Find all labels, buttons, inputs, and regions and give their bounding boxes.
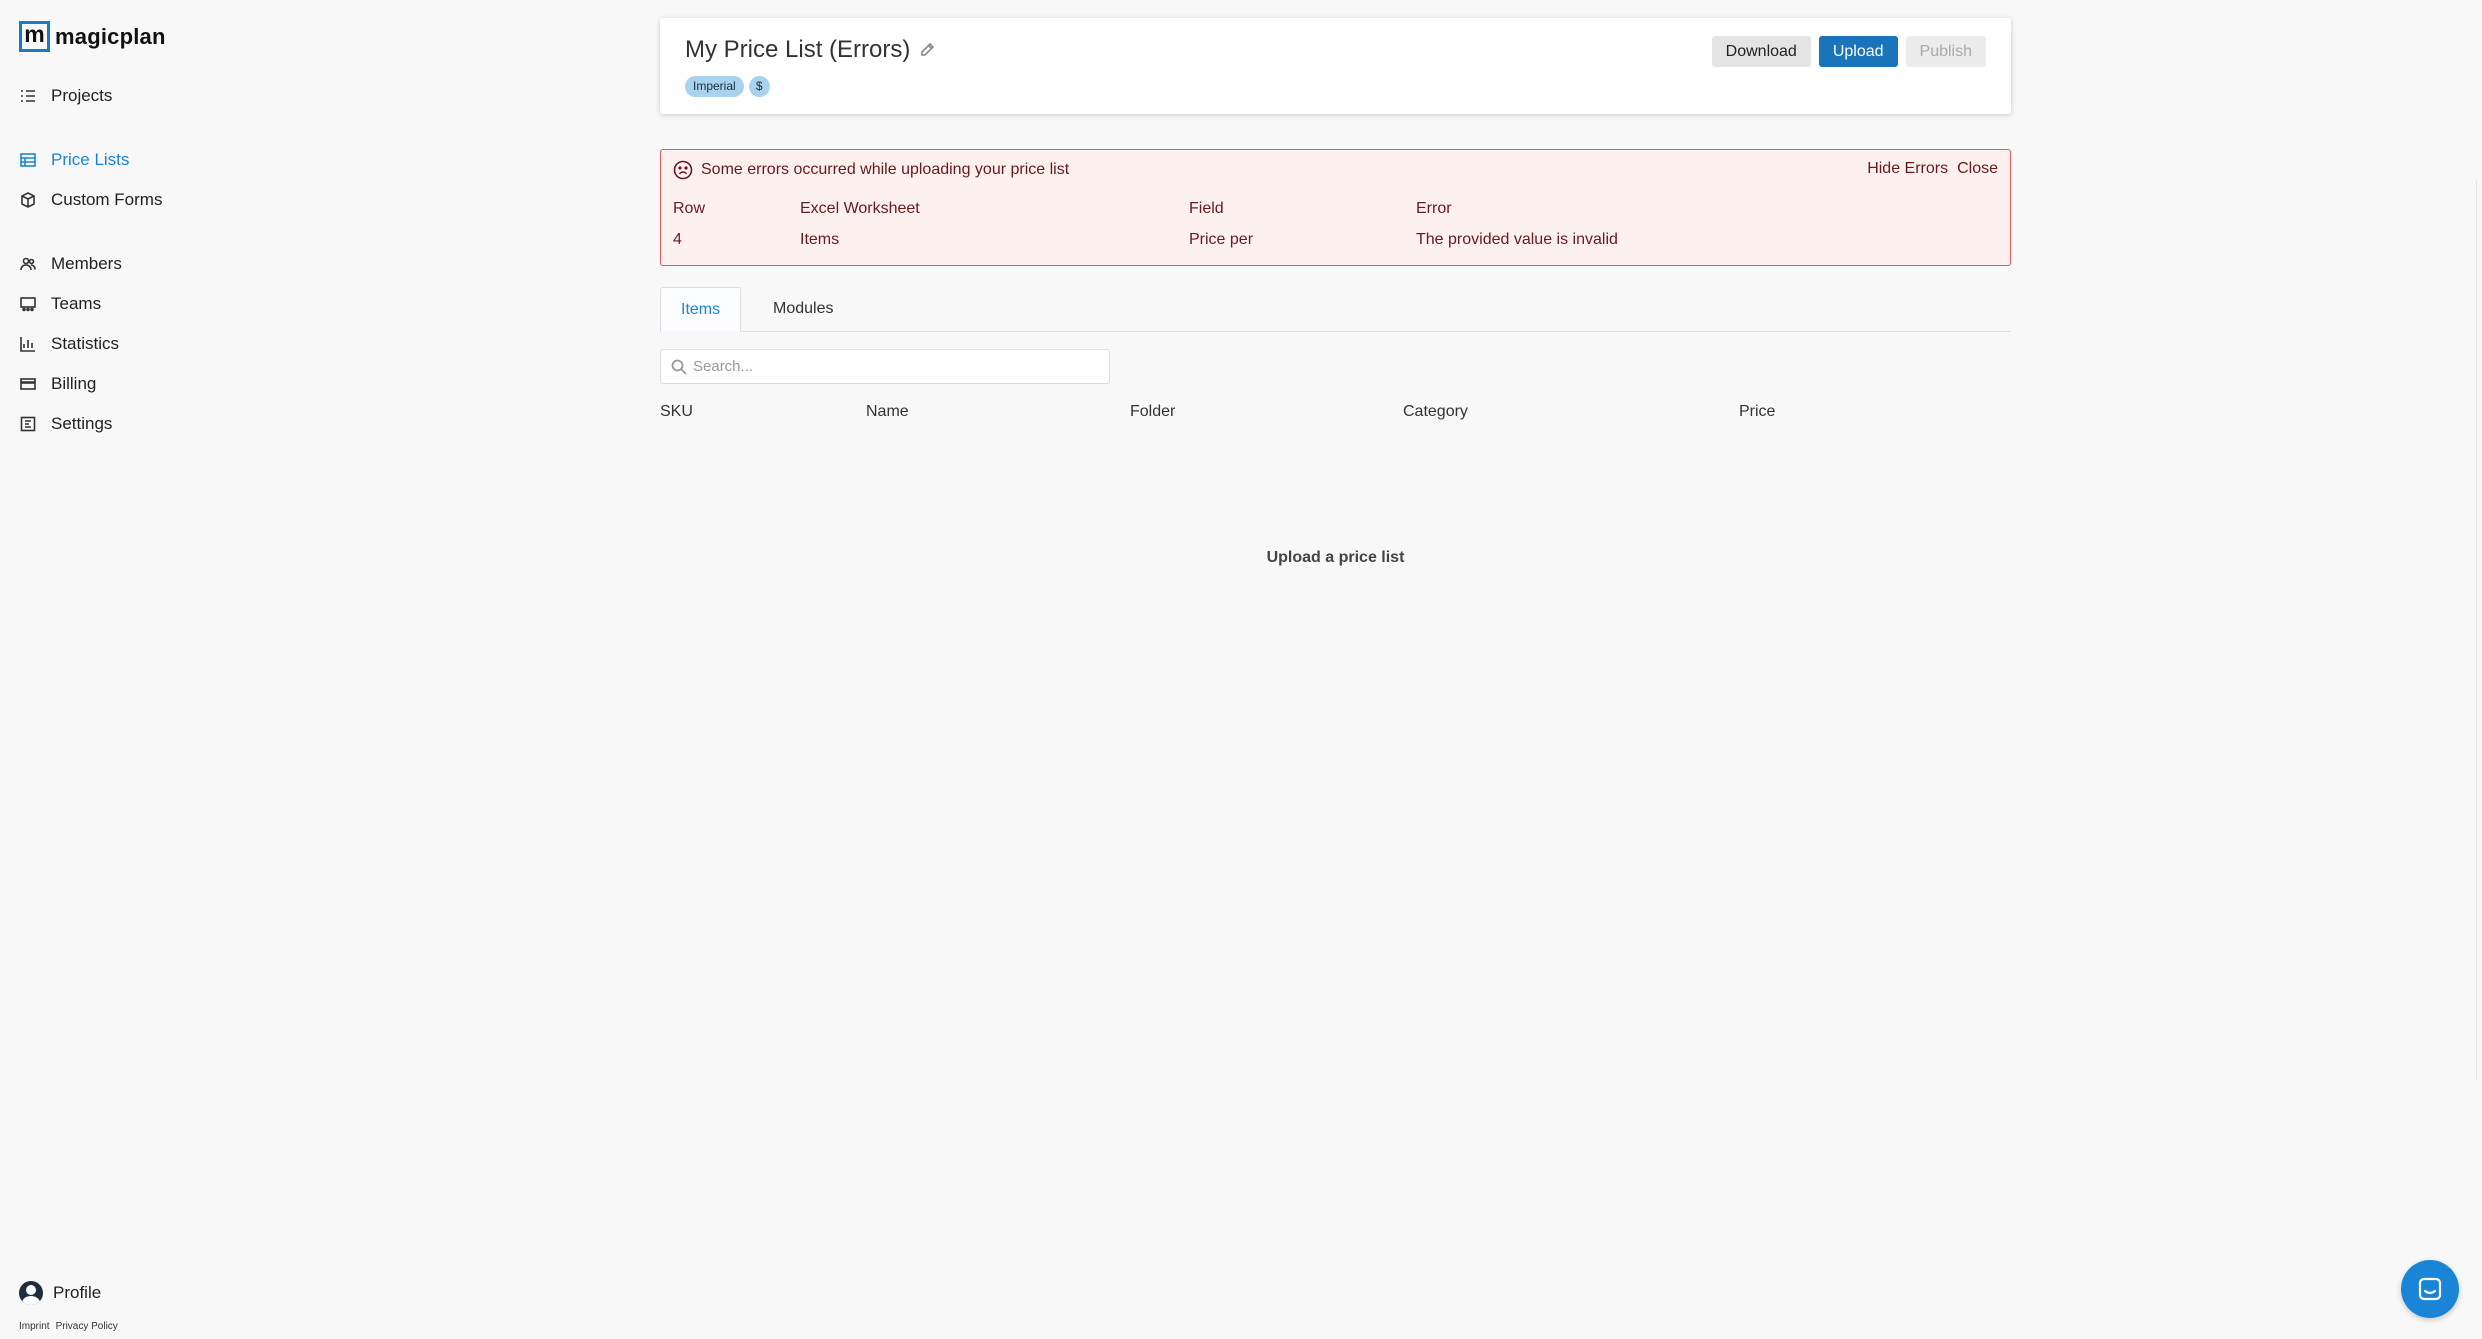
bar-chart-icon <box>19 335 37 353</box>
column-header-folder[interactable]: Folder <box>1130 403 1175 421</box>
tabs: Items Modules <box>660 287 2011 332</box>
cube-icon <box>19 191 37 209</box>
empty-state-message: Upload a price list <box>1266 549 1405 566</box>
sidebar-item-label: Settings <box>51 414 113 433</box>
error-table: Row Excel Worksheet Field Error 4 Items … <box>673 200 1816 262</box>
users-icon <box>19 255 37 273</box>
hide-errors-link[interactable]: Hide Errors <box>1867 160 1948 178</box>
sidebar-item-label: Price Lists <box>51 150 130 169</box>
error-field: Price per <box>1189 231 1254 248</box>
sidebar-item-price-lists[interactable]: Price Lists <box>19 150 129 170</box>
list-icon <box>19 87 37 105</box>
error-table-header: Row Excel Worksheet Field Error <box>673 200 1816 231</box>
sidebar-item-label: Members <box>51 254 122 273</box>
price-list-header: My Price List (Errors) Imperial $ Downlo… <box>660 18 2011 114</box>
error-row-number: 4 <box>673 231 682 248</box>
scrollbar[interactable] <box>2476 180 2482 1080</box>
currency-badge: $ <box>748 76 770 97</box>
error-worksheet: Items <box>800 231 840 248</box>
sidebar-item-members[interactable]: Members <box>19 254 122 274</box>
sidebar-item-custom-forms[interactable]: Custom Forms <box>19 190 162 210</box>
error-actions: Hide Errors Close <box>1867 160 1998 178</box>
table-icon <box>19 151 37 169</box>
search-icon <box>671 359 687 375</box>
sidebar-item-teams[interactable]: Teams <box>19 294 101 314</box>
team-icon <box>19 295 37 313</box>
search-input[interactable] <box>693 358 1093 375</box>
logo-text: magicplan <box>55 23 166 49</box>
chat-icon <box>2418 1277 2442 1301</box>
badges: Imperial $ <box>685 76 770 97</box>
download-button[interactable]: Download <box>1711 36 1811 67</box>
sidebar-item-label: Statistics <box>51 334 120 353</box>
sidebar: m magicplan Projects Price Lists Custom … <box>0 0 300 1339</box>
avatar <box>19 1281 43 1305</box>
logo-mark: m <box>19 21 50 52</box>
column-header-category[interactable]: Category <box>1403 403 1468 421</box>
error-header: Some errors occurred while uploading you… <box>673 160 1069 180</box>
privacy-policy-link[interactable]: Privacy Policy <box>56 1321 118 1332</box>
error-description: The provided value is invalid <box>1416 231 1618 248</box>
sidebar-item-settings[interactable]: Settings <box>19 414 112 434</box>
column-header-price[interactable]: Price <box>1739 403 1775 421</box>
card-icon <box>19 375 37 393</box>
search-box <box>660 349 1110 384</box>
settings-icon <box>19 415 37 433</box>
error-message: Some errors occurred while uploading you… <box>701 161 1070 178</box>
imprint-link[interactable]: Imprint <box>19 1321 50 1332</box>
footer-links: Imprint Privacy Policy <box>19 1321 118 1332</box>
column-header: Row <box>673 200 706 217</box>
profile-link[interactable]: Profile <box>19 1281 101 1305</box>
sidebar-item-billing[interactable]: Billing <box>19 374 96 394</box>
header-actions: Download Upload Publish <box>1711 36 1986 67</box>
publish-button[interactable]: Publish <box>1905 36 1986 67</box>
sidebar-item-label: Teams <box>51 294 102 313</box>
logo[interactable]: m magicplan <box>19 21 166 52</box>
sad-face-icon <box>673 160 693 180</box>
page-title: My Price List (Errors) <box>685 36 911 63</box>
sidebar-item-label: Custom Forms <box>51 190 163 209</box>
tab-modules[interactable]: Modules <box>753 287 853 332</box>
pencil-icon[interactable] <box>919 42 935 58</box>
sidebar-item-projects[interactable]: Projects <box>19 86 112 106</box>
table-row: 4 Items Price per The provided value is … <box>673 231 1816 262</box>
column-header-name[interactable]: Name <box>866 403 909 421</box>
app-root: m magicplan Projects Price Lists Custom … <box>0 0 2482 1339</box>
error-panel: Some errors occurred while uploading you… <box>660 149 2011 266</box>
sidebar-item-label: Projects <box>51 86 113 105</box>
unit-badge: Imperial <box>685 76 744 97</box>
profile-label: Profile <box>53 1283 102 1302</box>
sidebar-item-statistics[interactable]: Statistics <box>19 334 119 354</box>
chat-button[interactable] <box>2401 1260 2459 1318</box>
title-row: My Price List (Errors) <box>685 36 935 64</box>
column-header-sku[interactable]: SKU <box>660 403 693 421</box>
close-link[interactable]: Close <box>1957 160 1998 178</box>
column-header: Error <box>1416 200 1452 217</box>
sidebar-item-label: Billing <box>51 374 97 393</box>
column-header: Field <box>1189 200 1224 217</box>
tab-items[interactable]: Items <box>660 287 742 332</box>
upload-button[interactable]: Upload <box>1818 36 1898 67</box>
column-header: Excel Worksheet <box>800 200 920 217</box>
